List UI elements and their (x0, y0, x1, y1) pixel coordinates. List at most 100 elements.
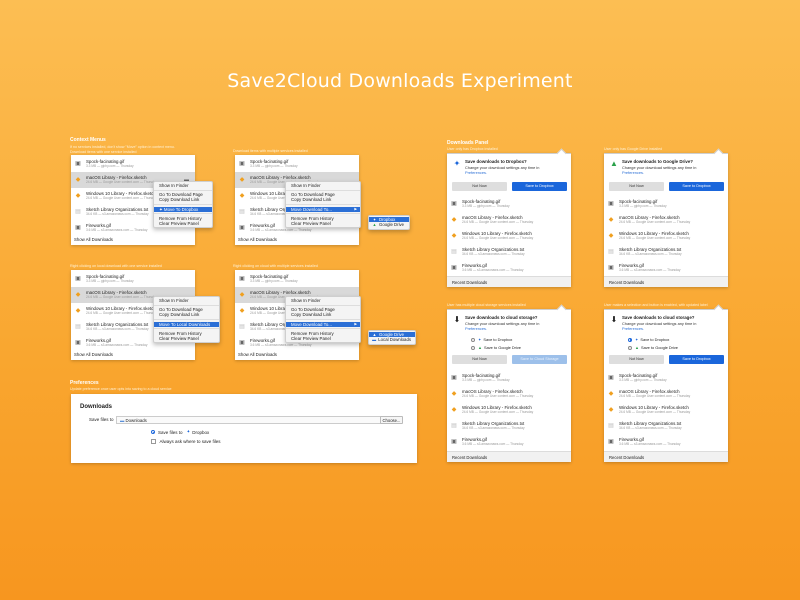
radio-button[interactable] (471, 337, 475, 342)
save-to-cloud-button[interactable]: Save to Cloud Storage (512, 355, 567, 364)
sketch-file-icon: ◆ (608, 406, 614, 413)
download-item[interactable]: ▤ Sketch Library Organizations.txt 34.6 KB… (447, 418, 571, 434)
download-item[interactable]: ◆ macOS Library - Firefox.sketch 24.6 MB —… (447, 386, 571, 402)
recent-downloads-footer[interactable]: Recent Downloads (604, 451, 728, 462)
submenu-item-local-downloads[interactable]: ▬ Local Downloads (369, 337, 415, 342)
gif-file-icon: ▣ (75, 224, 81, 231)
download-item[interactable]: ▣ Spock-facinating.gif 3.3 MB — giphy.com … (604, 196, 728, 212)
download-item[interactable]: ◆Windows 10 Library - Firefox.sketch24.6… (447, 402, 571, 418)
menu-item-clear-panel[interactable]: Clear Preview Panel (154, 221, 212, 226)
preferences-link[interactable]: Preferences. (622, 326, 644, 331)
download-item[interactable]: ▣ Spock-facinating.gif 3.3 MB — giphy.com … (447, 370, 571, 386)
menu-item-show-in-finder[interactable]: Show In Finder (286, 183, 360, 188)
preferences-link[interactable]: Preferences. (465, 170, 487, 175)
not-now-button[interactable]: Not Now (452, 355, 507, 364)
radio-button[interactable] (471, 345, 475, 350)
menu-separator (154, 319, 219, 321)
google-drive-icon: ▲ (610, 159, 618, 168)
choose-folder-button[interactable]: Choose... (380, 416, 403, 424)
download-item[interactable]: ▣ Fireworks.gif 3.6 MB — s3.amazonaws.com … (604, 260, 728, 276)
download-item[interactable]: ▣ Spock-facinating.gif 3.3 MB — giphy.com … (447, 196, 571, 212)
downloads-panel: ✦ Save downloads to Dropbox? Change your… (447, 148, 571, 287)
always-ask-option[interactable]: Always ask where to save files (151, 439, 221, 444)
menu-item-copy-link[interactable]: Copy Download Link (154, 312, 219, 317)
menu-item-move-download-to[interactable]: Move Download To... ▶ (286, 206, 360, 212)
option-save-to-google-drive[interactable]: ▲ Save to Google Drive (471, 345, 521, 350)
recent-downloads-footer[interactable]: Recent Downloads (447, 451, 571, 462)
download-item[interactable]: ◆Windows 10 Library - Firefox.sketch24.6… (447, 228, 571, 244)
download-item[interactable]: ◆Windows 10 Library - Firefox.sketch24.6… (604, 402, 728, 418)
show-all-downloads-link[interactable]: Show All Downloads (238, 352, 277, 357)
text-file-icon: ▤ (75, 323, 81, 330)
download-item[interactable]: ▤ Sketch Library Organizations.txt 34.6 KB… (447, 244, 571, 260)
menu-item-copy-link[interactable]: Copy Download Link (286, 312, 360, 317)
gif-file-icon: ▣ (451, 438, 457, 445)
dropbox-icon: ✦ (453, 159, 461, 168)
not-now-button[interactable]: Not Now (452, 182, 507, 191)
sketch-file-icon: ◆ (75, 192, 81, 199)
download-folder-field[interactable]: ▬ Downloads (116, 416, 401, 424)
download-item[interactable]: ▣ Fireworks.gif 3.6 MB — s3.amazonaws.com … (604, 434, 728, 450)
preferences-link[interactable]: Preferences. (622, 170, 644, 175)
show-all-downloads-link[interactable]: Show All Downloads (74, 352, 113, 357)
menu-item-show-in-finder[interactable]: Show In Finder (154, 298, 219, 303)
gif-file-icon: ▣ (451, 200, 457, 207)
save-to-dropbox-button[interactable]: Save to Dropbox (669, 182, 724, 191)
save-to-dropbox-button[interactable]: Save to Dropbox (512, 182, 567, 191)
downloads-list: ▣ Spock-facinating.gif 3.3 MB — giphy.com … (604, 370, 728, 450)
download-item[interactable]: ◆Windows 10 Library - Firefox.sketch24.6… (604, 228, 728, 244)
menu-item-move-dropbox[interactable]: ✦ Move To Dropbox (154, 206, 212, 212)
download-arrow-icon: ⬇ (453, 315, 461, 324)
menu-item-clear-panel[interactable]: Clear Preview Panel (154, 336, 219, 341)
radio-button[interactable] (628, 337, 632, 342)
download-item[interactable]: ▣ Spock-facinating.gif 3.3 MB — giphy.com … (71, 271, 195, 287)
radio-button[interactable] (151, 430, 155, 434)
download-item[interactable]: ▣ Spock-facinating.gif 3.3 MB — giphy.com … (235, 156, 359, 172)
option-save-to-google-drive[interactable]: ▲ Save to Google Drive (628, 345, 678, 350)
sketch-file-icon: ◆ (608, 232, 614, 239)
gif-file-icon: ▣ (608, 438, 614, 445)
menu-item-clear-panel[interactable]: Clear Preview Panel (286, 221, 360, 226)
sketch-file-icon: ◆ (608, 216, 614, 223)
text-file-icon: ▤ (451, 422, 457, 429)
download-item[interactable]: ▤ Sketch Library Organizations.txt 34.6 KB… (604, 418, 728, 434)
option-save-to-dropbox[interactable]: ✦ Save to Dropbox (471, 337, 512, 342)
submenu-item-google-drive[interactable]: ▲ Google Drive (369, 222, 409, 227)
menu-item-clear-panel[interactable]: Clear Preview Panel (286, 336, 360, 341)
chevron-right-icon: ▶ (354, 321, 357, 326)
option-save-to-dropbox[interactable]: ✦ Save to Dropbox (628, 337, 669, 342)
recent-downloads-footer[interactable]: Recent Downloads (604, 276, 728, 287)
radio-button[interactable] (628, 345, 632, 350)
menu-item-move-local[interactable]: Move To Local Downloads (154, 321, 219, 327)
downloads-panel: ⬇ Save downloads to cloud storage? Chang… (604, 304, 728, 462)
download-item[interactable]: ◆ macOS Library - Firefox.sketch 24.6 MB —… (447, 212, 571, 228)
menu-item-copy-link[interactable]: Copy Download Link (286, 197, 360, 202)
show-all-downloads-link[interactable]: Show All Downloads (238, 237, 277, 242)
download-item[interactable]: ◆ macOS Library - Firefox.sketch 24.6 MB —… (604, 212, 728, 228)
checkbox[interactable] (151, 439, 156, 444)
show-all-downloads-link[interactable]: Show All Downloads (74, 237, 113, 242)
sketch-file-icon: ◆ (239, 291, 245, 298)
download-item[interactable]: ◆ macOS Library - Firefox.sketch 24.6 MB —… (604, 386, 728, 402)
downloads-list: ▣ Spock-facinating.gif 3.3 MB — giphy.com … (447, 196, 571, 276)
menu-item-move-download-to[interactable]: Move Download To... ▶ (286, 321, 360, 327)
menu-item-copy-link[interactable]: Copy Download Link (154, 197, 212, 202)
gif-file-icon: ▣ (608, 264, 614, 271)
download-item[interactable]: ▣ Spock-facinating.gif 3.3 MB — giphy.com … (604, 370, 728, 386)
text-file-icon: ▤ (608, 248, 614, 255)
download-item[interactable]: ▣ Spock-facinating.gif 3.3 MB — giphy.com … (235, 271, 359, 287)
google-drive-icon: ▲ (478, 345, 482, 350)
menu-item-show-in-finder[interactable]: Show In Finder (286, 298, 360, 303)
menu-item-show-in-finder[interactable]: Show In Finder (154, 183, 212, 188)
not-now-button[interactable]: Not Now (609, 355, 664, 364)
download-item[interactable]: ▣ Fireworks.gif 3.6 MB — s3.amazonaws.com … (447, 434, 571, 450)
save-to-dropbox-button[interactable]: Save to Dropbox (669, 355, 724, 364)
download-item[interactable]: ▣ Fireworks.gif 3.6 MB — s3.amazonaws.com … (447, 260, 571, 276)
section-title-downloads-panel: Downloads Panel (447, 140, 489, 146)
download-item[interactable]: ▣ Spock-facinating.gif 3.3 MB — giphy.com … (71, 156, 195, 172)
recent-downloads-footer[interactable]: Recent Downloads (447, 276, 571, 287)
download-item[interactable]: ▤ Sketch Library Organizations.txt 34.6 KB… (604, 244, 728, 260)
not-now-button[interactable]: Not Now (609, 182, 664, 191)
save-to-cloud-option[interactable]: Save files to ✦ Dropbox (151, 429, 209, 435)
preferences-link[interactable]: Preferences. (465, 326, 487, 331)
